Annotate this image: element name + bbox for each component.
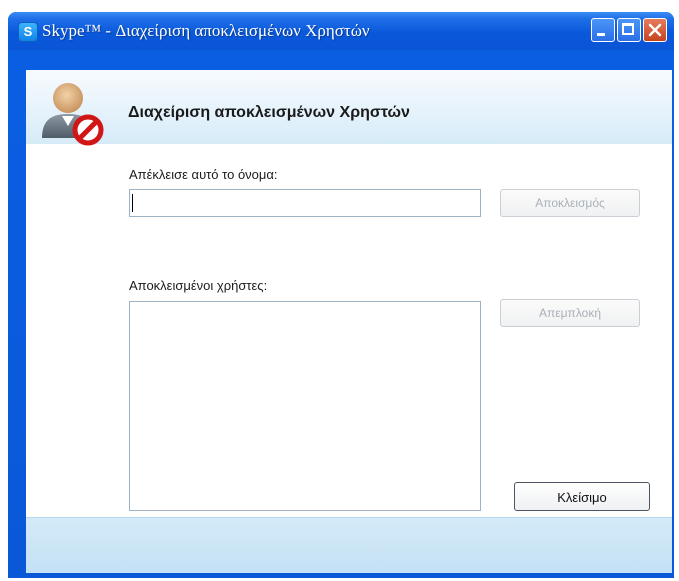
- title-bar[interactable]: S Skype™ - Διαχείριση αποκλεισμένων Χρησ…: [8, 12, 674, 50]
- text-caret: [132, 194, 133, 212]
- window-title: Skype™ - Διαχείριση αποκλεισμένων Χρηστώ…: [42, 21, 370, 40]
- minimize-icon: [597, 33, 605, 36]
- dialog-header: Διαχείριση αποκλεισμένων Χρηστών: [26, 70, 672, 146]
- minimize-button[interactable]: [591, 18, 615, 42]
- dialog-window: S Skype™ - Διαχείριση αποκλεισμένων Χρησ…: [8, 12, 674, 578]
- block-name-input[interactable]: [129, 189, 481, 217]
- close-window-button[interactable]: [643, 18, 667, 42]
- skype-icon[interactable]: S: [18, 22, 38, 42]
- blocked-user-icon: [42, 83, 104, 146]
- unblock-button[interactable]: Απεμπλοκή: [500, 299, 640, 327]
- blocked-users-label: Αποκλεισμένοι χρήστες:: [129, 278, 268, 293]
- close-button[interactable]: Κλείσιμο: [514, 482, 650, 511]
- blocked-users-list[interactable]: [129, 301, 481, 511]
- header-title: Διαχείριση αποκλεισμένων Χρηστών: [128, 104, 410, 121]
- maximize-icon: [622, 23, 634, 35]
- maximize-button[interactable]: [617, 18, 641, 42]
- close-icon: [648, 23, 662, 37]
- dialog-footer: [26, 517, 672, 573]
- block-name-label: Απέκλεισε αυτό το όνομα:: [129, 167, 278, 182]
- block-button[interactable]: Αποκλεισμός: [500, 189, 640, 217]
